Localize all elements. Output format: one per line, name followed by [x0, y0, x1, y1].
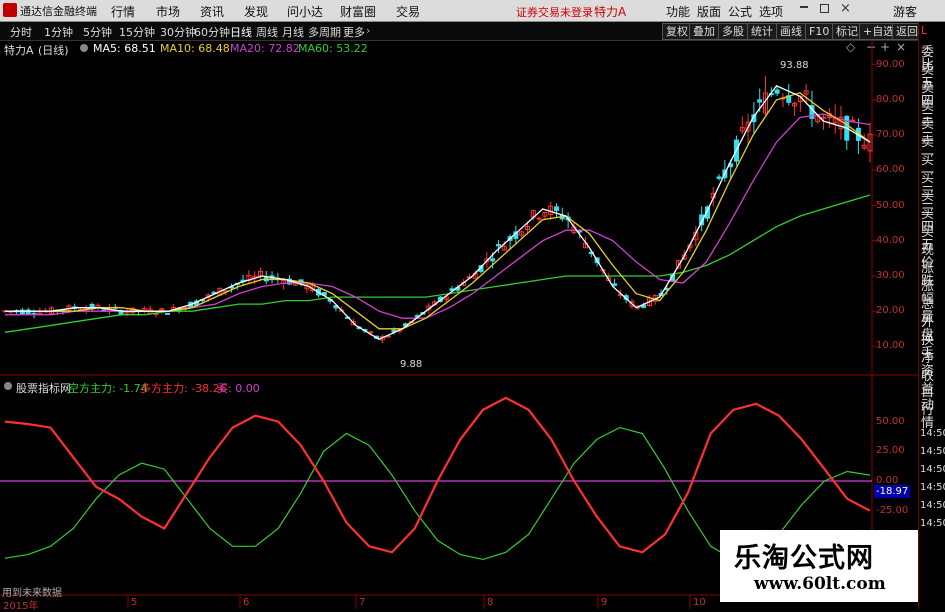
indicator-bull-label: 多方主力: -38.26 — [140, 382, 227, 395]
candle-body — [368, 331, 374, 334]
app-name: 通达信金融终端 — [20, 5, 97, 18]
indicator-buy-label: 买: 0.00 — [217, 382, 260, 395]
main-y-tick: 40.00 — [876, 234, 905, 246]
side-time: 14:50 — [920, 500, 945, 511]
candle-body — [757, 99, 763, 103]
period-tab[interactable]: 60分钟 — [194, 24, 230, 40]
more-chevron-icon[interactable]: › — [366, 24, 370, 37]
candle-body — [850, 119, 856, 122]
main-y-tick: 90.00 — [876, 58, 905, 70]
side-time: 14:50 — [920, 482, 945, 493]
period-tab[interactable]: 多周期 — [308, 24, 341, 40]
menu-formula[interactable]: 公式 — [728, 3, 752, 20]
period-tab[interactable]: 5分钟 — [83, 24, 112, 40]
side-corner-label: L — [921, 24, 928, 37]
draw-button[interactable]: 画线 — [776, 23, 806, 40]
period-tab[interactable]: 月线 — [282, 24, 304, 40]
menu-market[interactable]: 市场 — [156, 3, 180, 20]
menu-options[interactable]: 选项 — [759, 3, 783, 20]
period-tab[interactable]: 分时 — [10, 24, 32, 40]
period-toolbar: 分时 1分钟 5分钟 15分钟 30分钟 60分钟 日线 周线 月线 多周期 更… — [0, 22, 945, 41]
period-tab-active[interactable]: 日线 — [230, 24, 252, 40]
main-y-tick: 10.00 — [876, 340, 905, 352]
candlestick-layer — [2, 76, 873, 344]
multi-stock-button[interactable]: 多股 — [718, 23, 748, 40]
period-tab[interactable]: 周线 — [256, 24, 278, 40]
x-axis-label: 10 — [693, 597, 706, 608]
x-axis-label: 7 — [359, 597, 366, 608]
high-price-label: 93.88 — [780, 60, 809, 71]
indicator-current-value: -18.97 — [874, 485, 911, 498]
main-y-tick: 70.00 — [876, 129, 905, 141]
menu-function[interactable]: 功能 — [666, 3, 690, 20]
main-y-tick: 80.00 — [876, 93, 905, 105]
watermark: 乐淘公式网 www.60lt.com — [720, 530, 918, 602]
menu-wealth[interactable]: 财富圈 — [340, 3, 376, 20]
guest-label[interactable]: 游客 — [893, 3, 917, 20]
adjust-button[interactable]: 复权 — [662, 23, 692, 40]
candle-body — [495, 244, 501, 247]
ma-line-ma5 — [5, 84, 871, 341]
indicator-settings-icon[interactable] — [4, 382, 12, 390]
candle-body — [490, 258, 496, 262]
mark-button[interactable]: 标记 — [832, 23, 862, 40]
menu-trade[interactable]: 交易 — [396, 3, 420, 20]
indicator-name: 股票指标网 — [16, 382, 71, 395]
period-tab[interactable]: 15分钟 — [119, 24, 155, 40]
x-axis-label: 5 — [131, 597, 138, 608]
side-time: 14:50 — [920, 464, 945, 475]
indicator-y-tick: 50.00 — [876, 415, 905, 427]
main-y-tick: 30.00 — [876, 269, 905, 281]
overlay-button[interactable]: 叠加 — [689, 23, 719, 40]
candle-body — [821, 116, 827, 119]
side-time: 14:50 — [920, 518, 945, 529]
watermark-url: www.60lt.com — [754, 574, 886, 594]
ma-line-ma20 — [5, 113, 871, 319]
period-tab[interactable]: 30分钟 — [160, 24, 196, 40]
candle-body — [716, 176, 722, 179]
quote-side-panel: L 委比 卖五 卖四 卖三 卖二 卖一 买一 买二 买三 买四 买五 现价 涨跌 涨幅 总量 外盘 换手 净资 收益… — [918, 22, 945, 609]
main-y-tick: 50.00 — [876, 199, 905, 211]
side-lower-item[interactable]: 行情 — [921, 404, 945, 430]
chart-area[interactable] — [0, 40, 918, 609]
x-axis-label: 2015年 — [3, 601, 39, 612]
period-tab[interactable]: 1分钟 — [44, 24, 73, 40]
title-bar: 通达信金融终端 行情 市场 资讯 发现 问小达 财富圈 交易 证券交易未登录 特… — [0, 0, 945, 22]
period-tab-more[interactable]: 更多 — [343, 24, 365, 40]
low-price-label: 9.88 — [400, 359, 423, 370]
main-y-tick: 60.00 — [876, 164, 905, 176]
main-y-tick: 20.00 — [876, 305, 905, 317]
menu-assistant[interactable]: 问小达 — [287, 3, 323, 20]
app-logo-icon — [3, 3, 17, 17]
side-time: 14:50 — [920, 446, 945, 457]
candle-body — [774, 89, 780, 94]
x-axis-label: 9 — [601, 597, 608, 608]
candle-body — [165, 312, 171, 315]
candle-body — [612, 283, 618, 286]
side-time: 14:50 — [920, 428, 945, 439]
menu-news[interactable]: 资讯 — [200, 3, 224, 20]
title-stock-name: 特力A — [594, 5, 627, 19]
minimize-icon[interactable] — [800, 6, 808, 8]
candle-body — [554, 206, 560, 211]
x-axis-label: 8 — [487, 597, 494, 608]
indicator-y-tick: 25.00 — [876, 445, 905, 457]
indicator-bear-label: 空方主力: -1.74 — [68, 382, 148, 395]
menu-discover[interactable]: 发现 — [244, 3, 268, 20]
menu-layout[interactable]: 版面 — [697, 3, 721, 20]
stats-button[interactable]: 统计 — [747, 23, 777, 40]
trade-status: 证券交易未登录 — [516, 6, 593, 19]
maximize-icon[interactable] — [820, 4, 829, 13]
close-icon[interactable]: × — [840, 1, 851, 16]
indicator-y-tick: -25.00 — [876, 504, 909, 516]
watermark-title: 乐淘公式网 — [734, 543, 874, 574]
x-axis-label: 6 — [243, 597, 250, 608]
menu-quotes[interactable]: 行情 — [111, 3, 135, 20]
f10-button[interactable]: F10 — [805, 23, 834, 40]
